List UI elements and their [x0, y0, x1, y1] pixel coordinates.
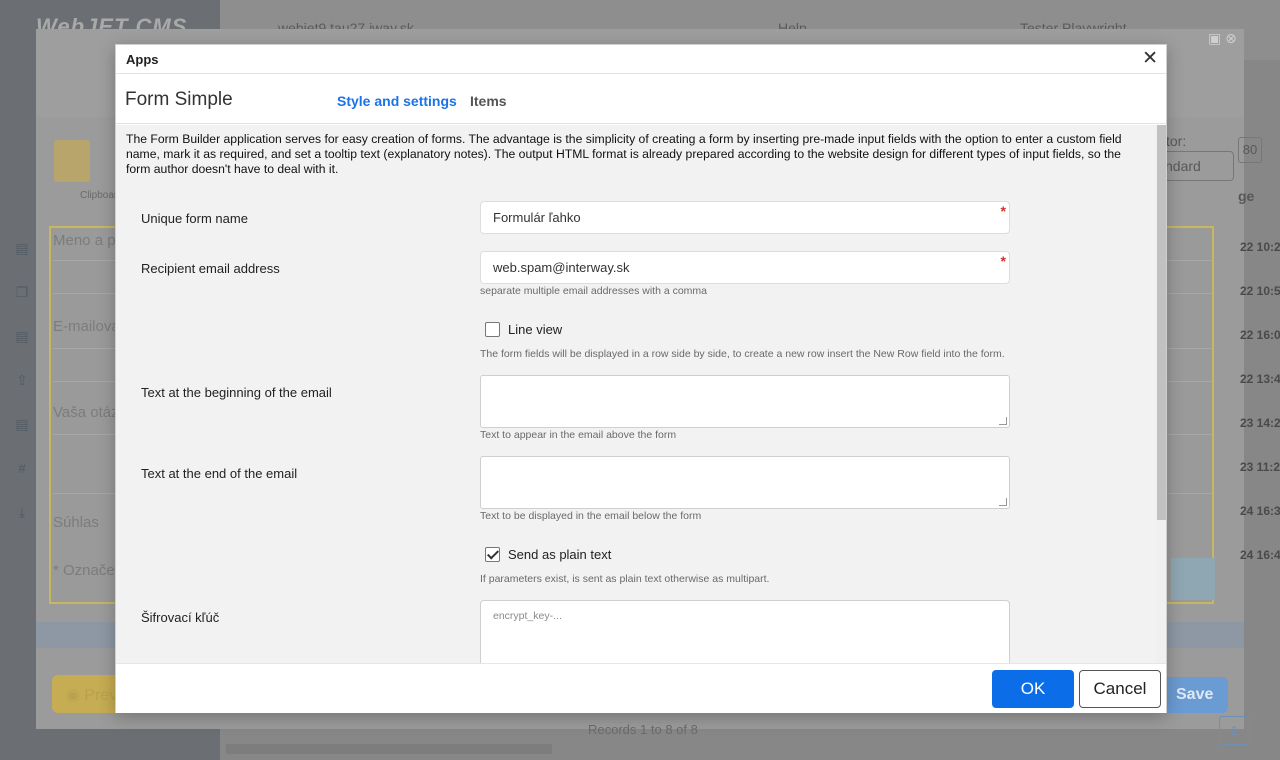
editor-line: * Označe [53, 562, 115, 579]
form-name-value: Formulár ľahko [493, 210, 581, 225]
dialog-footer: OK Cancel [116, 663, 1166, 713]
plain-text-checkbox[interactable] [485, 547, 500, 562]
encrypt-key-placeholder: encrypt_key-... [493, 610, 562, 622]
editor-line: E-mailova [53, 318, 120, 335]
document-icon[interactable]: ▤ [12, 328, 32, 372]
line-view-checkbox[interactable] [485, 322, 500, 337]
clipboard-icon[interactable] [54, 140, 90, 182]
recipient-email-help: separate multiple email addresses with a… [480, 285, 708, 297]
date-column: 22 10:2 22 10:5 22 16:0 22 13:4 23 14:2 … [1240, 240, 1280, 592]
editor-line: Meno a p [53, 232, 116, 249]
close-icon[interactable]: ✕ [1142, 49, 1158, 68]
resize-grip-icon[interactable] [999, 498, 1007, 506]
encrypt-key-label: Šifrovací kľúč [141, 610, 220, 625]
text-begin-textarea[interactable] [480, 375, 1010, 428]
scrollbar-thumb[interactable] [1157, 125, 1166, 520]
upload-icon[interactable]: ⇪ [12, 372, 32, 416]
hash-icon[interactable]: # [12, 460, 32, 504]
eye-icon: ◉ [66, 687, 85, 704]
records-info: Records 1 to 8 of 8 [588, 722, 698, 737]
app-name: Form Simple [125, 89, 233, 110]
date-cell: 22 13:4 [1240, 372, 1280, 386]
date-cell: 22 10:2 [1240, 240, 1280, 254]
date-cell: 23 11:2 [1240, 460, 1280, 474]
text-end-textarea[interactable] [480, 456, 1010, 509]
pagination-page[interactable]: 1 [1219, 716, 1250, 745]
form-name-input[interactable]: Formulár ľahko * [480, 201, 1010, 234]
date-cell: 24 16:4 [1240, 548, 1280, 562]
dialog-header: Form Simple Style and settings Items [116, 74, 1166, 124]
download-icon[interactable]: ⤓ [12, 504, 32, 548]
plain-text-label[interactable]: Send as plain text [508, 547, 611, 562]
dialog-title: Apps [126, 52, 159, 67]
window-controls[interactable]: ▣ ⊗ [1208, 30, 1237, 47]
encrypt-key-textarea[interactable]: encrypt_key-... [480, 600, 1010, 663]
file-icon[interactable]: ▤ [12, 416, 32, 460]
copy-icon[interactable]: ❐ [12, 284, 32, 328]
date-cell: 22 10:5 [1240, 284, 1280, 298]
dialog-body: The Form Builder application serves for … [116, 125, 1156, 663]
page-size-box[interactable]: 80 [1238, 137, 1262, 163]
tab-items[interactable]: Items [470, 93, 507, 109]
recipient-email-value: web.spam@interway.sk [493, 260, 630, 275]
column-header: ge [1238, 188, 1255, 204]
line-view-help: The form fields will be displayed in a r… [480, 348, 1005, 360]
editor-line: Súhlas [53, 514, 99, 531]
dialog-titlebar: Apps ✕ [116, 45, 1166, 74]
horizontal-scrollbar[interactable] [226, 744, 552, 754]
text-end-label: Text at the end of the email [141, 466, 298, 481]
editor-line: Vaša otáz [53, 404, 119, 421]
text-begin-label: Text at the beginning of the email [141, 385, 332, 400]
required-marker: * [1000, 253, 1006, 269]
plain-text-help: If parameters exist, is sent as plain te… [480, 573, 770, 585]
editor-selection [1171, 558, 1215, 600]
form-name-label: Unique form name [141, 211, 248, 226]
app-description: The Form Builder application serves for … [126, 132, 1122, 176]
date-cell: 24 16:3 [1240, 504, 1280, 518]
recipient-email-input[interactable]: web.spam@interway.sk * [480, 251, 1010, 284]
date-cell: 22 16:0 [1240, 328, 1280, 342]
cancel-button[interactable]: Cancel [1079, 670, 1161, 708]
date-cell: 23 14:2 [1240, 416, 1280, 430]
recipient-email-label: Recipient email address [141, 261, 280, 276]
editor-label: tor: [1166, 133, 1187, 149]
resize-grip-icon[interactable] [999, 417, 1007, 425]
required-marker: * [1000, 203, 1006, 219]
editor-select[interactable]: ndard [1158, 151, 1234, 181]
tab-style-and-settings[interactable]: Style and settings [337, 93, 457, 109]
text-begin-help: Text to appear in the email above the fo… [480, 429, 677, 441]
line-view-label[interactable]: Line view [508, 322, 562, 337]
ok-button[interactable]: OK [992, 670, 1074, 708]
text-end-help: Text to be displayed in the email below … [480, 510, 702, 522]
dialog-scrollbar[interactable] [1156, 125, 1166, 663]
preview-label: Prev [84, 687, 118, 704]
page-icon[interactable]: ▤ [12, 240, 32, 284]
editor-left-toolbar: ▤ ❐ ▤ ⇪ ▤ # ⤓ [12, 240, 32, 548]
apps-dialog: Apps ✕ Form Simple Style and settings It… [115, 44, 1167, 713]
